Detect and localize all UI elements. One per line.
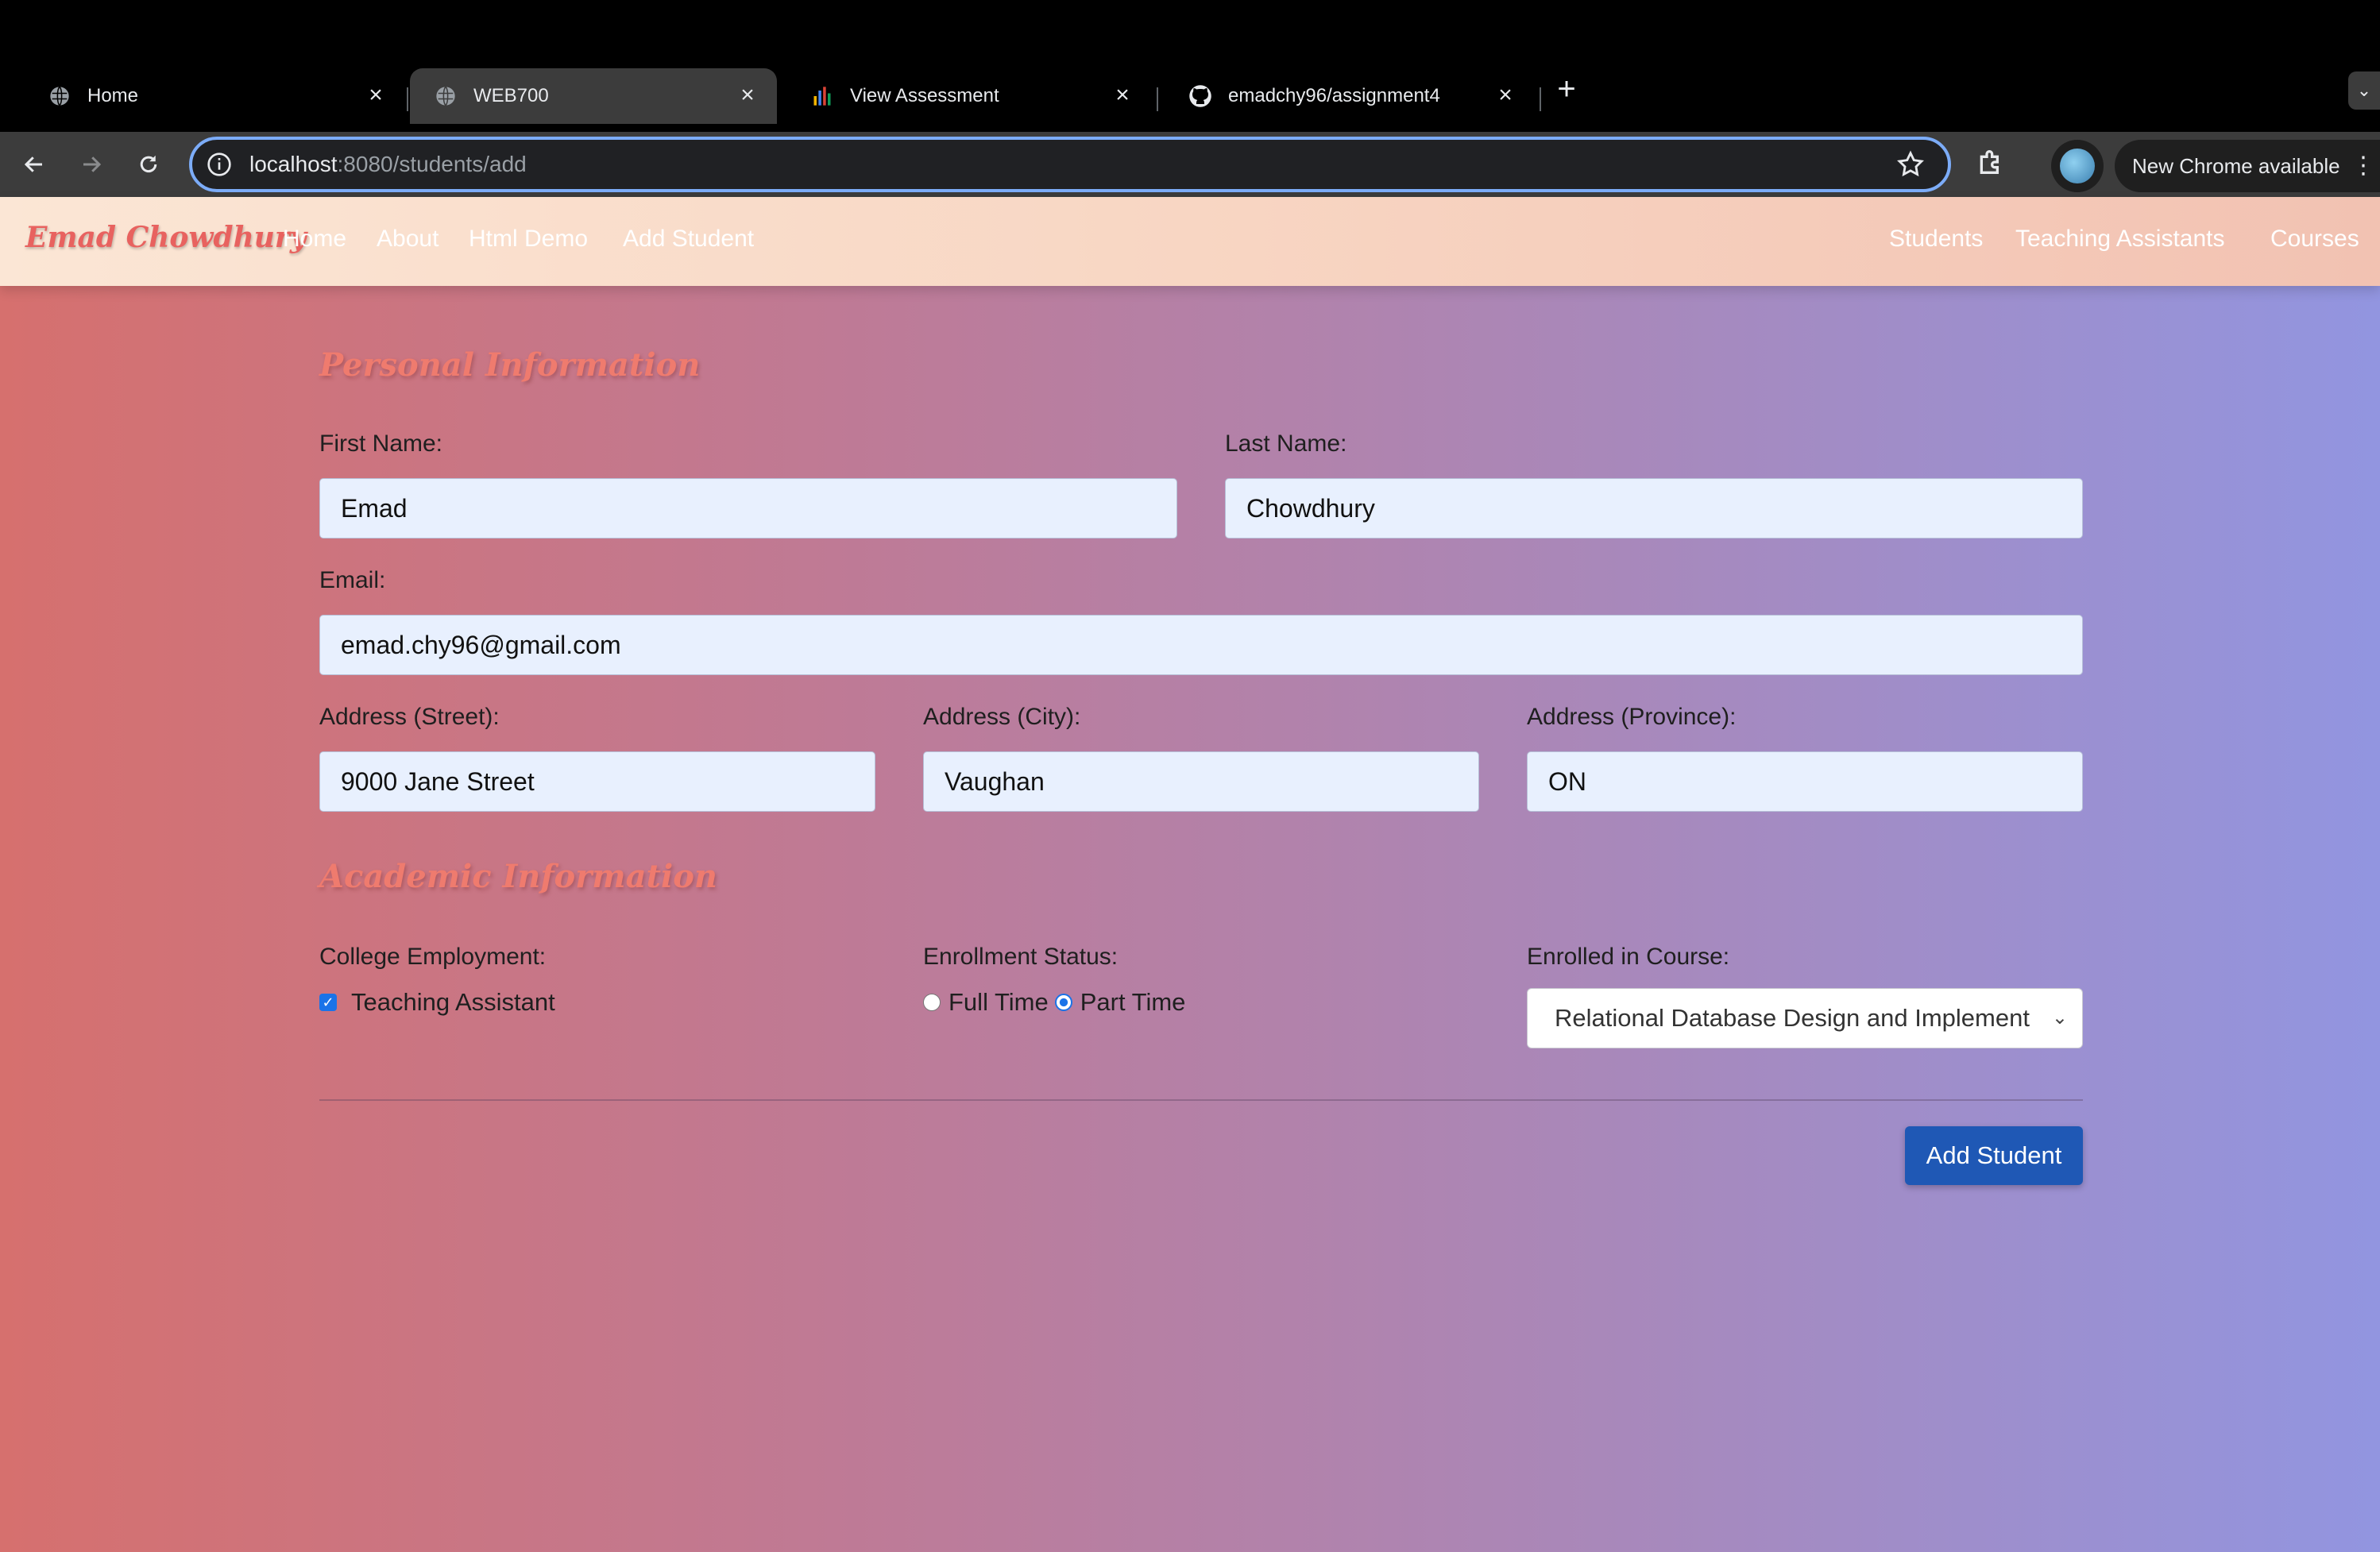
nav-courses[interactable]: Courses xyxy=(2270,226,2359,253)
profile-avatar[interactable] xyxy=(2051,140,2104,192)
tab-title: WEB700 xyxy=(473,85,549,106)
nav-home[interactable]: Home xyxy=(283,226,346,253)
academic-information-heading: Academic Information xyxy=(319,858,717,895)
url-text: localhost:8080/students/add xyxy=(249,152,527,177)
update-chip-label: New Chrome available xyxy=(2132,154,2340,178)
nav-students[interactable]: Students xyxy=(1889,226,1983,253)
tab-separator xyxy=(407,87,408,111)
page-content: Emad Chowdhury Home About Html Demo Add … xyxy=(0,197,2380,1552)
email-input[interactable]: emad.chy96@gmail.com xyxy=(319,615,2083,675)
last-name-input[interactable]: Chowdhury xyxy=(1225,478,2083,539)
site-navbar: Emad Chowdhury Home About Html Demo Add … xyxy=(0,197,2380,286)
window-top-bar xyxy=(0,0,2380,59)
address-bar[interactable]: localhost:8080/students/add xyxy=(189,137,1951,192)
last-name-label: Last Name: xyxy=(1225,430,1347,457)
bar-chart-icon xyxy=(810,84,834,108)
email-label: Email: xyxy=(319,567,386,593)
chevron-down-icon: ⌄ xyxy=(2051,1007,2068,1029)
github-icon xyxy=(1188,84,1212,108)
part-time-radio[interactable] xyxy=(1054,994,1072,1011)
part-time-label[interactable]: Part Time xyxy=(1080,988,1186,1017)
url-host: localhost xyxy=(249,152,338,176)
full-time-radio[interactable] xyxy=(923,994,941,1011)
tab-strip: Home × WEB700 × View Assessment × emadch… xyxy=(0,59,2380,132)
close-icon[interactable]: × xyxy=(736,83,759,108)
avatar-image xyxy=(2060,149,2095,183)
province-input[interactable]: ON xyxy=(1527,751,2083,812)
tab-title: Home xyxy=(87,85,139,106)
tab-search-chevron-icon[interactable]: ⌄ xyxy=(2348,71,2380,110)
site-info-icon[interactable] xyxy=(207,152,232,177)
street-label: Address (Street): xyxy=(319,704,500,730)
enrollment-status-options: Full Time Part Time xyxy=(923,988,1185,1017)
city-label: Address (City): xyxy=(923,704,1081,730)
teaching-assistant-option: ✓ Teaching Assistant xyxy=(319,988,555,1017)
add-student-button[interactable]: Add Student xyxy=(1905,1126,2083,1185)
browser-toolbar: localhost:8080/students/add New Chrome a… xyxy=(0,132,2380,197)
enrollment-status-label: Enrollment Status: xyxy=(923,944,1119,970)
tab-home[interactable]: Home × xyxy=(24,68,405,124)
close-icon[interactable]: × xyxy=(364,83,388,108)
first-name-input[interactable]: Emad xyxy=(319,478,1177,539)
province-label: Address (Province): xyxy=(1527,704,1737,730)
tab-separator xyxy=(1540,87,1541,111)
reload-icon[interactable] xyxy=(130,146,167,183)
tab-title: View Assessment xyxy=(850,85,999,106)
teaching-assistant-checkbox[interactable]: ✓ xyxy=(319,994,337,1011)
new-chrome-available-button[interactable]: New Chrome available ⋮ xyxy=(2115,140,2380,192)
tab-web700[interactable]: WEB700 × xyxy=(410,68,777,124)
tab-view-assessment[interactable]: View Assessment × xyxy=(786,68,1152,124)
tab-github[interactable]: emadchy96/assignment4 × xyxy=(1165,68,1535,124)
personal-information-heading: Personal Information xyxy=(319,346,701,384)
brand-logo[interactable]: Emad Chowdhury xyxy=(25,221,307,254)
tab-separator xyxy=(1157,87,1158,111)
tab-title: emadchy96/assignment4 xyxy=(1228,85,1440,106)
forward-arrow-icon[interactable] xyxy=(73,146,110,183)
back-arrow-icon[interactable] xyxy=(16,146,52,183)
extensions-puzzle-icon[interactable] xyxy=(1975,146,2010,181)
nav-add-student[interactable]: Add Student xyxy=(623,226,754,253)
nav-teaching-assistants[interactable]: Teaching Assistants xyxy=(2015,226,2224,253)
teaching-assistant-label[interactable]: Teaching Assistant xyxy=(351,988,555,1017)
nav-html-demo[interactable]: Html Demo xyxy=(469,226,588,253)
course-select-value: Relational Database Design and Implement xyxy=(1555,1004,2030,1032)
first-name-label: First Name: xyxy=(319,430,443,457)
globe-icon xyxy=(48,84,71,108)
college-employment-label: College Employment: xyxy=(319,944,547,970)
course-select[interactable]: Relational Database Design and Implement… xyxy=(1527,988,2083,1048)
form-divider xyxy=(319,1099,2083,1101)
nav-about[interactable]: About xyxy=(377,226,439,253)
url-path: :8080/students/add xyxy=(337,152,527,176)
full-time-label[interactable]: Full Time xyxy=(949,988,1049,1017)
new-tab-button[interactable]: + xyxy=(1549,73,1584,108)
street-input[interactable]: 9000 Jane Street xyxy=(319,751,875,812)
enrolled-course-label: Enrolled in Course: xyxy=(1527,944,1730,970)
close-icon[interactable]: × xyxy=(1111,83,1134,108)
close-icon[interactable]: × xyxy=(1493,83,1517,108)
more-menu-icon[interactable]: ⋮ xyxy=(2351,140,2375,192)
globe-icon xyxy=(434,84,458,108)
bookmark-star-icon[interactable] xyxy=(1895,149,1926,180)
city-input[interactable]: Vaughan xyxy=(923,751,1479,812)
